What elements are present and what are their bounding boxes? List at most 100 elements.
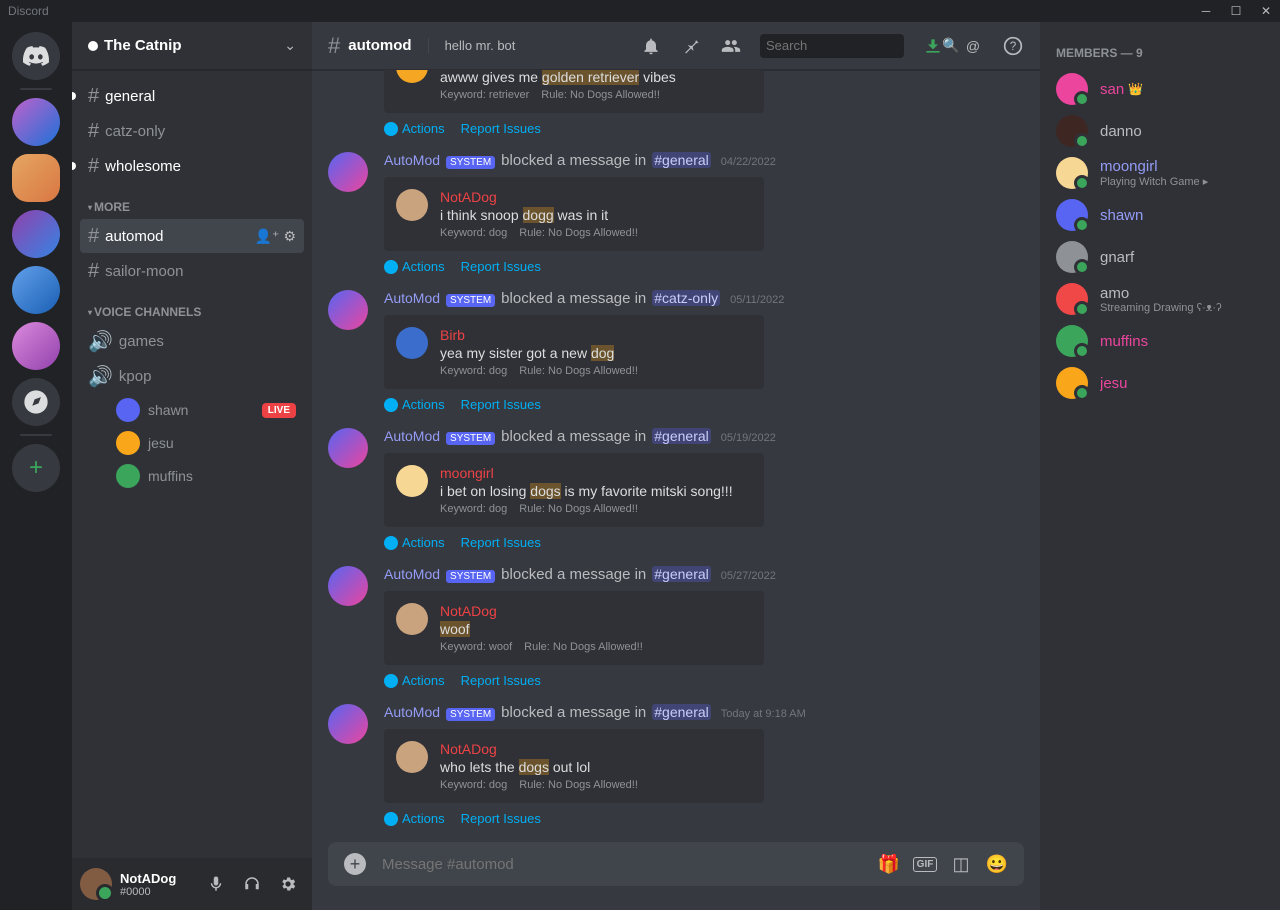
gear-icon[interactable]: ⚙ xyxy=(283,228,296,245)
category-more[interactable]: ▾More xyxy=(72,184,312,218)
pinned-messages-button[interactable] xyxy=(680,35,702,57)
emoji-button[interactable]: 😀 xyxy=(986,853,1008,875)
close-icon[interactable]: ✕ xyxy=(1260,5,1272,17)
actions-link[interactable]: Actions xyxy=(384,397,445,412)
voice-channel-games[interactable]: 🔊games xyxy=(80,324,304,358)
message-author[interactable]: AutoMod xyxy=(384,290,440,306)
channel-mention[interactable]: #general xyxy=(652,566,711,582)
sticker-button[interactable]: ◫ xyxy=(950,853,972,875)
gift-button[interactable]: 🎁 xyxy=(878,853,900,875)
server-icon-5[interactable] xyxy=(12,322,60,370)
automod-avatar[interactable] xyxy=(328,290,368,330)
server-icon-4[interactable] xyxy=(12,266,60,314)
message-author[interactable]: AutoMod xyxy=(384,566,440,582)
member-avatar xyxy=(1056,283,1088,315)
embed-author[interactable]: NotADog xyxy=(440,603,752,619)
voice-channel-kpop[interactable]: 🔊kpop xyxy=(80,359,304,393)
help-button[interactable]: ? xyxy=(1002,35,1024,57)
server-icon-3[interactable] xyxy=(12,210,60,258)
mentions-button[interactable]: @ xyxy=(962,35,984,57)
chat-input[interactable]: + 🎁 GIF ◫ 😀 xyxy=(328,842,1024,886)
member-list-toggle[interactable] xyxy=(720,35,742,57)
hash-icon: # xyxy=(88,260,99,283)
chevron-down-icon: ▾ xyxy=(88,203,92,212)
member-item[interactable]: san 👑 xyxy=(1048,68,1272,110)
channel-mention[interactable]: #catz-only xyxy=(652,290,720,306)
actions-link[interactable]: Actions xyxy=(384,673,445,688)
embed-avatar[interactable] xyxy=(396,465,428,497)
embed-avatar[interactable] xyxy=(396,603,428,635)
member-item[interactable]: amo Streaming Drawing ʕ·ᴥ·ʔ xyxy=(1048,278,1272,320)
embed-author[interactable]: moongirl xyxy=(440,465,752,481)
embed-author[interactable]: Birb xyxy=(440,327,752,343)
server-header[interactable]: The Catnip ⌄ xyxy=(72,22,312,70)
message-author[interactable]: AutoMod xyxy=(384,152,440,168)
category-voice[interactable]: ▾Voice Channels xyxy=(72,289,312,323)
attach-button[interactable]: + xyxy=(344,853,366,875)
home-button[interactable] xyxy=(12,32,60,80)
automod-avatar[interactable] xyxy=(328,152,368,192)
automod-avatar[interactable] xyxy=(328,704,368,744)
member-item[interactable]: shawn xyxy=(1048,194,1272,236)
embed-author[interactable]: NotADog xyxy=(440,189,752,205)
message-author[interactable]: AutoMod xyxy=(384,704,440,720)
channel-list: #general #catz-only #wholesome ▾More #au… xyxy=(72,70,312,858)
channel-mention[interactable]: #general xyxy=(652,428,711,444)
report-link[interactable]: Report Issues xyxy=(461,811,541,826)
channel-automod[interactable]: #automod👤⁺⚙ xyxy=(80,219,304,253)
voice-user-jesu[interactable]: jesu xyxy=(80,427,304,459)
embed-avatar[interactable] xyxy=(396,741,428,773)
channel-catz-only[interactable]: #catz-only xyxy=(80,114,304,148)
member-item[interactable]: moongirl Playing Witch Game ▸ xyxy=(1048,152,1272,194)
embed-avatar[interactable] xyxy=(396,327,428,359)
explore-servers-button[interactable] xyxy=(12,378,60,426)
member-item[interactable]: gnarf xyxy=(1048,236,1272,278)
member-item[interactable]: muffins xyxy=(1048,320,1272,362)
deafen-button[interactable] xyxy=(236,868,268,900)
report-link[interactable]: Report Issues xyxy=(461,535,541,550)
embed-avatar[interactable] xyxy=(396,189,428,221)
report-link[interactable]: Report Issues xyxy=(461,259,541,274)
channel-mention[interactable]: #general xyxy=(652,152,711,168)
channel-mention[interactable]: #general xyxy=(652,704,711,720)
search-input[interactable] xyxy=(766,38,942,53)
current-user-avatar[interactable] xyxy=(80,868,112,900)
report-link[interactable]: Report Issues xyxy=(461,397,541,412)
automod-avatar[interactable] xyxy=(328,566,368,606)
embed-meta: Keyword: retrieverRule: No Dogs Allowed!… xyxy=(440,89,752,101)
channel-wholesome[interactable]: #wholesome xyxy=(80,149,304,183)
voice-user-muffins[interactable]: muffins xyxy=(80,460,304,492)
member-item[interactable]: danno xyxy=(1048,110,1272,152)
actions-link[interactable]: Actions xyxy=(384,259,445,274)
invite-icon[interactable]: 👤⁺ xyxy=(255,228,280,245)
message-input[interactable] xyxy=(382,856,878,873)
server-icon-catnip[interactable] xyxy=(12,154,60,202)
message-author[interactable]: AutoMod xyxy=(384,428,440,444)
voice-user-shawn[interactable]: shawnLIVE xyxy=(80,394,304,426)
gif-button[interactable]: GIF xyxy=(914,853,936,875)
message-timestamp: 04/22/2022 xyxy=(721,156,776,168)
actions-link[interactable]: Actions xyxy=(384,535,445,550)
member-item[interactable]: jesu xyxy=(1048,362,1272,404)
maximize-icon[interactable]: ☐ xyxy=(1230,5,1242,17)
minimize-icon[interactable]: ─ xyxy=(1200,5,1212,17)
automod-action: blocked a message in xyxy=(501,566,646,583)
settings-button[interactable] xyxy=(272,868,304,900)
embed-author[interactable]: NotADog xyxy=(440,741,752,757)
search-box[interactable]: 🔍 xyxy=(760,34,904,58)
actions-link[interactable]: Actions xyxy=(384,811,445,826)
server-icon-1[interactable] xyxy=(12,98,60,146)
inbox-button[interactable] xyxy=(922,35,944,57)
add-server-button[interactable]: + xyxy=(12,444,60,492)
automod-avatar[interactable] xyxy=(328,428,368,468)
notifications-button[interactable] xyxy=(640,35,662,57)
actions-link[interactable]: Actions xyxy=(384,121,445,136)
channel-sailor-moon[interactable]: #sailor-moon xyxy=(80,254,304,288)
channel-title: automod xyxy=(348,37,411,54)
channel-general[interactable]: #general xyxy=(80,79,304,113)
embed-avatar[interactable] xyxy=(396,70,428,83)
mute-button[interactable] xyxy=(200,868,232,900)
report-link[interactable]: Report Issues xyxy=(461,673,541,688)
report-link[interactable]: Report Issues xyxy=(461,121,541,136)
user-info[interactable]: NotADog #0000 xyxy=(120,871,192,898)
